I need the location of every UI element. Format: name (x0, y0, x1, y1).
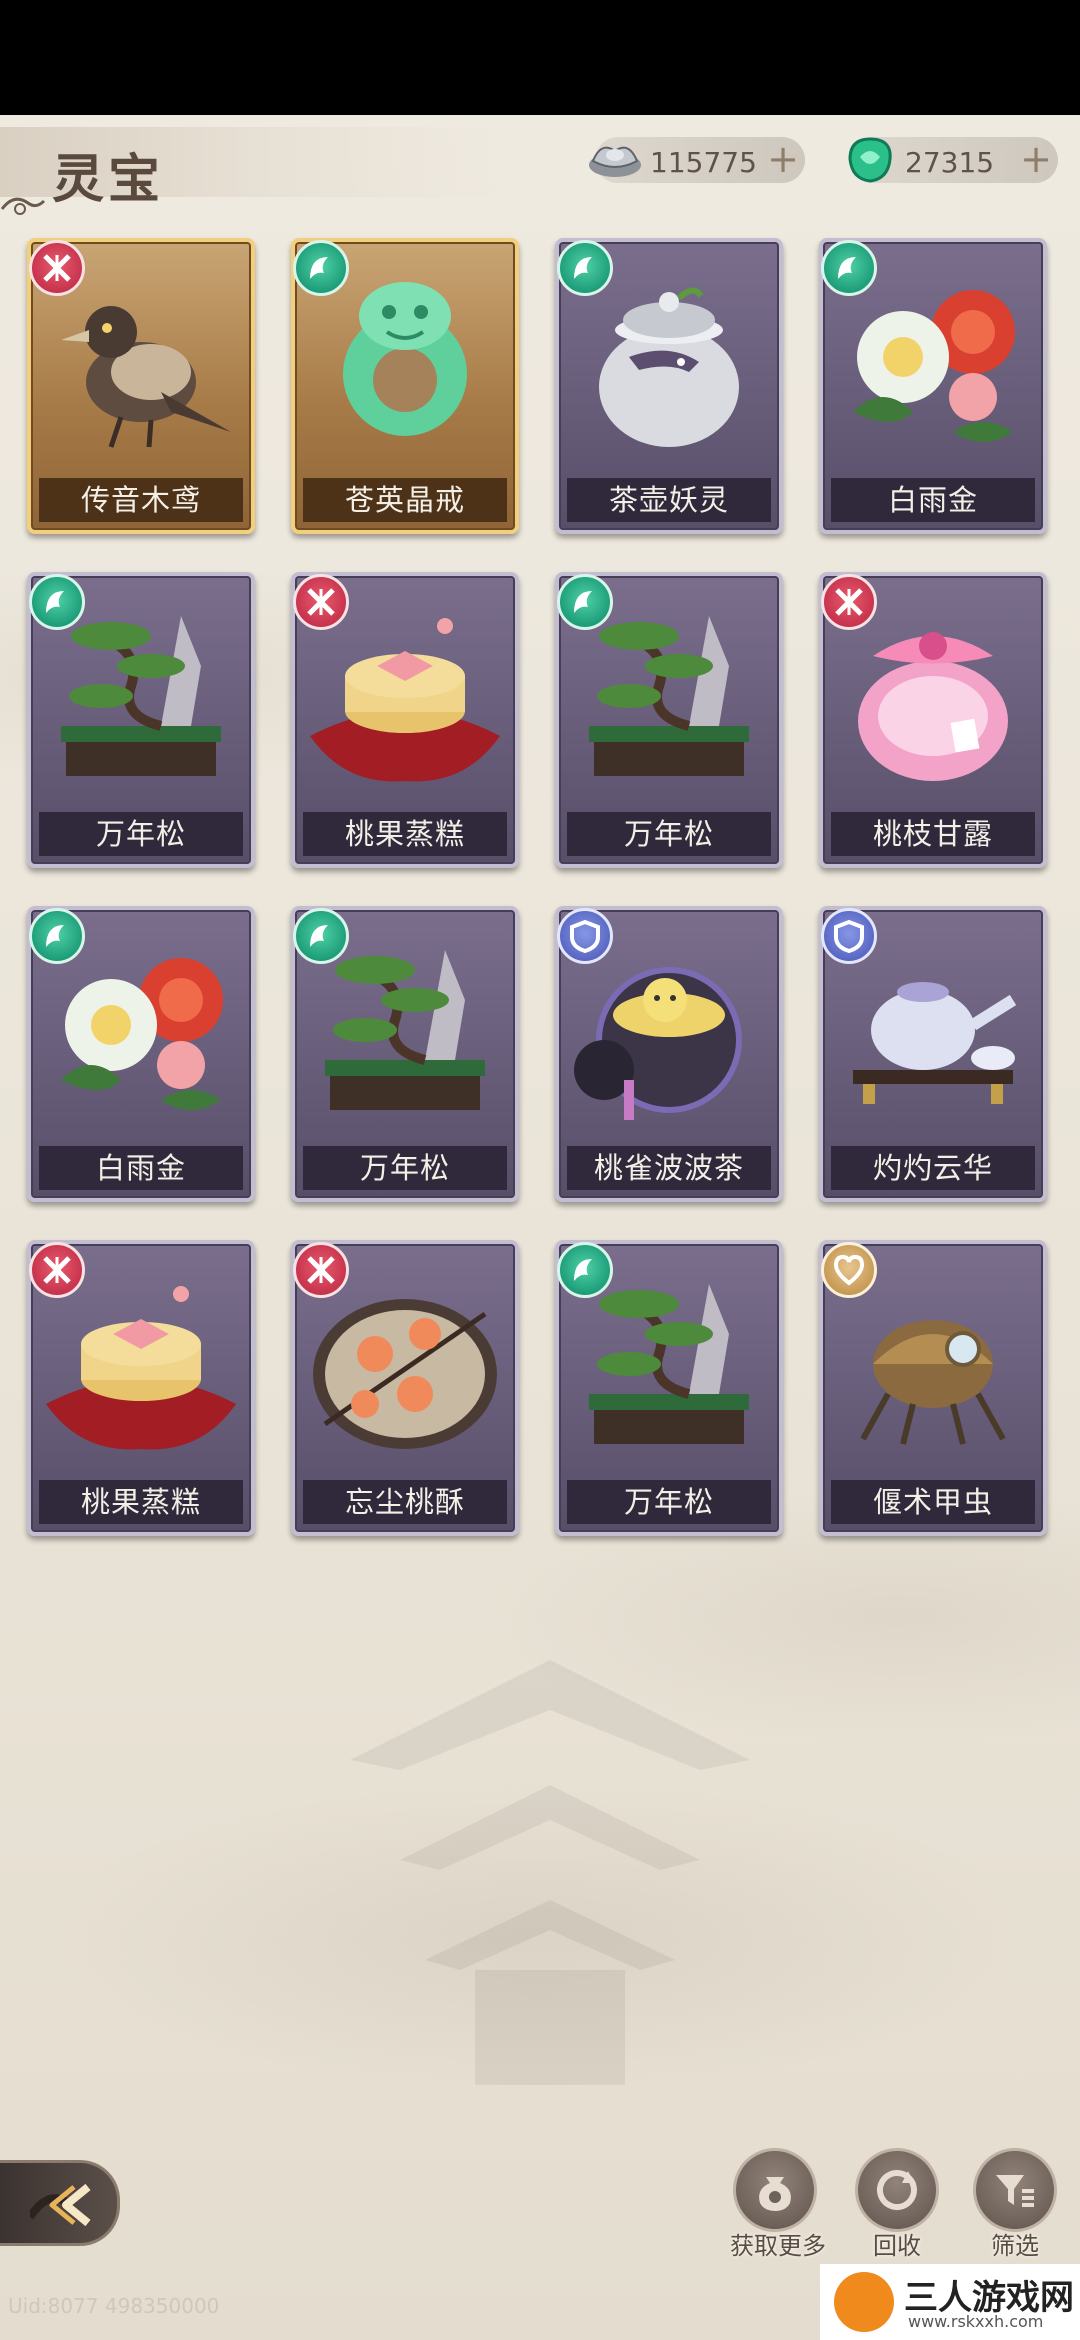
item-card[interactable]: 万年松 (27, 572, 255, 868)
get-more-circle (733, 2148, 817, 2232)
watermark-url: www.rskxxh.com (908, 2312, 1044, 2331)
item-card[interactable]: 茶壶妖灵 (555, 238, 783, 534)
item-name: 万年松 (303, 1146, 507, 1190)
filter-circle (973, 2148, 1057, 2232)
pagoda-background-icon (350, 1660, 750, 2085)
back-button[interactable] (0, 2160, 120, 2246)
attack-badge-icon (821, 574, 877, 630)
back-arrow-icon (30, 2183, 91, 2227)
header: 灵宝 115775 + 27315 + (0, 115, 1080, 215)
item-name: 茶壶妖灵 (567, 478, 771, 522)
currency-silver: 115775 + (589, 137, 805, 183)
shield-badge-icon (557, 908, 613, 964)
item-name: 万年松 (567, 1480, 771, 1524)
item-card[interactable]: 桃雀波波茶 (555, 906, 783, 1202)
attack-badge-icon (29, 240, 85, 296)
silver-ingot-icon (589, 146, 641, 177)
attack-badge-icon (293, 1242, 349, 1298)
leaf-badge-icon (293, 240, 349, 296)
item-name: 万年松 (567, 812, 771, 856)
item-card[interactable]: 万年松 (555, 1240, 783, 1536)
leaf-badge-icon (821, 240, 877, 296)
leaf-badge-icon (29, 574, 85, 630)
attack-badge-icon (293, 574, 349, 630)
item-card[interactable]: 桃果蒸糕 (27, 1240, 255, 1536)
money-bag-icon (759, 2177, 791, 2211)
filter-funnel-icon (996, 2175, 1034, 2207)
site-logo-icon (834, 2272, 894, 2332)
item-name: 白雨金 (831, 478, 1035, 522)
leaf-badge-icon (557, 574, 613, 630)
item-name: 忘尘桃酥 (303, 1480, 507, 1524)
item-name: 传音木鸢 (39, 478, 243, 522)
watermark: 三人游戏网 www.rskxxh.com (820, 2264, 1080, 2340)
leaf-badge-icon (557, 240, 613, 296)
item-name: 灼灼云华 (831, 1146, 1035, 1190)
recycle-circle (855, 2148, 939, 2232)
leaf-badge-icon (557, 1242, 613, 1298)
item-card[interactable]: 万年松 (291, 906, 519, 1202)
title-plate: 灵宝 (0, 127, 500, 215)
heart-badge-icon (821, 1242, 877, 1298)
shield-badge-icon (821, 908, 877, 964)
item-card[interactable]: 桃果蒸糕 (291, 572, 519, 868)
status-bar (0, 0, 1080, 115)
filter-button[interactable]: 筛选 (970, 2148, 1060, 2261)
leaf-badge-icon (29, 908, 85, 964)
item-name: 白雨金 (39, 1146, 243, 1190)
item-name: 桃雀波波茶 (567, 1146, 771, 1190)
cloud-swirl-icon (0, 197, 46, 215)
add-silver-button[interactable]: + (767, 139, 799, 179)
item-card[interactable]: 白雨金 (27, 906, 255, 1202)
item-card[interactable]: 桃枝甘露 (819, 572, 1047, 868)
item-name: 桃果蒸糕 (39, 1480, 243, 1524)
jade-gem-icon (848, 137, 892, 183)
recycle-icon (876, 2169, 918, 2211)
item-card[interactable]: 传音木鸢 (27, 238, 255, 534)
attack-badge-icon (29, 1242, 85, 1298)
jade-amount: 27315 (905, 146, 995, 179)
item-name: 万年松 (39, 812, 243, 856)
item-card[interactable]: 忘尘桃酥 (291, 1240, 519, 1536)
page-title: 灵宝 (52, 149, 165, 210)
item-card[interactable]: 偃术甲虫 (819, 1240, 1047, 1536)
get-more-button[interactable]: 获取更多 (730, 2148, 826, 2261)
item-name: 桃枝甘露 (831, 812, 1035, 856)
leaf-badge-icon (293, 908, 349, 964)
item-name: 桃果蒸糕 (303, 812, 507, 856)
add-jade-button[interactable]: + (1020, 139, 1052, 179)
item-card[interactable]: 苍英晶戒 (291, 238, 519, 534)
item-card[interactable]: 白雨金 (819, 238, 1047, 534)
silver-amount: 115775 (650, 146, 757, 179)
currency-jade: 27315 + (848, 137, 1058, 183)
item-name: 苍英晶戒 (303, 478, 507, 522)
user-id: Uid:8077 498350000 (8, 2294, 220, 2318)
item-name: 偃术甲虫 (831, 1480, 1035, 1524)
item-card[interactable]: 万年松 (555, 572, 783, 868)
recycle-button[interactable]: 回收 (852, 2148, 942, 2261)
item-card[interactable]: 灼灼云华 (819, 906, 1047, 1202)
